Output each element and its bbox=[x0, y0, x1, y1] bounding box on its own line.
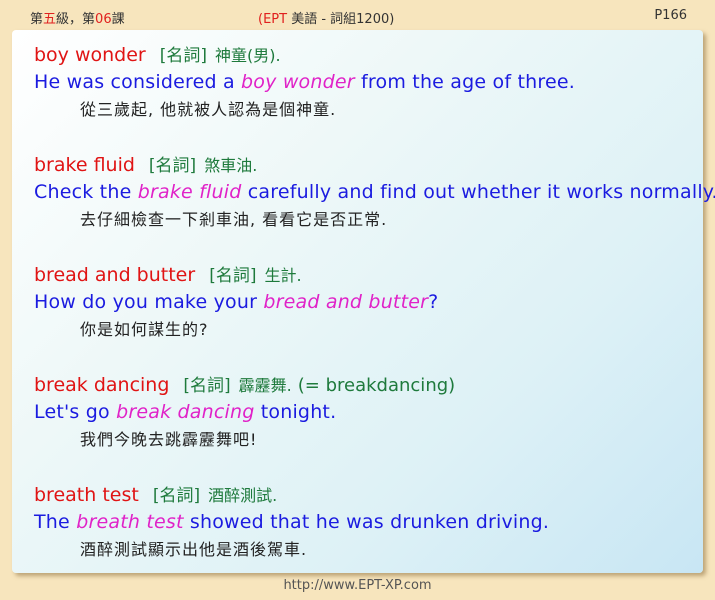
sentence-before: How do you make your bbox=[34, 291, 264, 313]
lesson-suffix: 課 bbox=[111, 12, 125, 27]
translation: 酒醉測試顯示出他是酒後駕車. bbox=[80, 540, 308, 559]
grade-number: 五 bbox=[43, 12, 57, 27]
sentence-after: from the age of three. bbox=[354, 71, 576, 93]
sentence-highlight: break dancing bbox=[116, 401, 255, 423]
term: bread and butter bbox=[34, 264, 196, 286]
sentence-after: carefully and find out whether it works … bbox=[241, 181, 715, 203]
translation: 從三歲起, 他就被人認為是個神童. bbox=[80, 100, 337, 119]
part-of-speech: [名詞] bbox=[159, 46, 208, 66]
meaning: 煞車油. bbox=[204, 156, 258, 175]
page-header: 第五級，第06課 (EPT 美語 - 詞組1200) P166 bbox=[0, 0, 715, 30]
sentence-highlight: bread and butter bbox=[263, 291, 429, 313]
vocab-entry: boy wonder [名詞] 神童(男). He was considered a… bbox=[34, 42, 575, 123]
part-of-speech: [名詞] bbox=[209, 266, 257, 286]
lesson-number: 06 bbox=[95, 12, 112, 27]
part-of-speech: [名詞] bbox=[152, 486, 201, 506]
series-title: (EPT 美語 - 詞組1200) bbox=[258, 8, 394, 27]
vocabulary-card: boy wonder [名詞] 神童(男). He was considered a… bbox=[12, 30, 715, 573]
series-name: 美語 - 詞組1200) bbox=[287, 12, 395, 27]
sentence-after: tonight. bbox=[254, 401, 337, 423]
sentence-highlight: breath test bbox=[76, 511, 184, 533]
page-number: P166 bbox=[654, 8, 687, 23]
part-of-speech: [名詞] bbox=[183, 376, 231, 396]
term: break dancing bbox=[34, 374, 170, 396]
meaning: 霹靂舞. bbox=[238, 376, 292, 395]
alt-form-note: (= breakdancing) bbox=[297, 375, 456, 396]
example-sentence: Check the brake fluid carefully and find… bbox=[34, 179, 715, 206]
example-sentence: How do you make your bread and butter? bbox=[34, 289, 438, 316]
example-sentence: He was considered a boy wonder from the … bbox=[34, 69, 575, 96]
sentence-highlight: boy wonder bbox=[241, 71, 355, 93]
meaning: 神童(男). bbox=[215, 46, 281, 65]
vocab-entry: bread and butter [名詞] 生計. How do you make … bbox=[34, 262, 438, 343]
sentence-after: showed that he was drunken driving. bbox=[183, 511, 550, 533]
meaning: 酒醉測試. bbox=[208, 486, 278, 505]
website-link[interactable]: http://www.EPT-XP.com bbox=[0, 578, 715, 593]
example-sentence: Let's go break dancing tonight. bbox=[34, 399, 455, 426]
example-sentence: The breath test showed that he was drunk… bbox=[34, 509, 549, 536]
sentence-before: He was considered a bbox=[34, 71, 242, 93]
sentence-before: The bbox=[34, 511, 77, 533]
translation: 你是如何謀生的? bbox=[80, 320, 209, 339]
translation: 我們今晚去跳霹靂舞吧! bbox=[80, 430, 258, 449]
vocab-entry: brake fluid [名詞] 煞車油. Check the brake flui… bbox=[34, 152, 715, 233]
series-brand: EPT bbox=[263, 12, 288, 27]
sentence-after: ? bbox=[428, 291, 439, 313]
translation: 去仔細檢查一下剎車油, 看看它是否正常. bbox=[80, 210, 388, 229]
term: boy wonder bbox=[34, 44, 146, 66]
sentence-highlight: brake fluid bbox=[137, 181, 242, 203]
meaning: 生計. bbox=[264, 266, 302, 285]
term: breath test bbox=[34, 484, 139, 506]
sentence-before: Let's go bbox=[34, 401, 117, 423]
lesson-mid: 級，第 bbox=[56, 12, 96, 27]
vocab-entry: break dancing [名詞] 霹靂舞. (= breakdancing) Le… bbox=[34, 372, 455, 453]
lesson-prefix: 第 bbox=[30, 12, 44, 27]
lesson-label: 第五級，第06課 bbox=[30, 8, 125, 27]
sentence-before: Check the bbox=[34, 181, 138, 203]
term: brake fluid bbox=[34, 154, 135, 176]
vocab-entry: breath test [名詞] 酒醉測試. The breath test sho… bbox=[34, 482, 549, 563]
part-of-speech: [名詞] bbox=[148, 156, 197, 176]
